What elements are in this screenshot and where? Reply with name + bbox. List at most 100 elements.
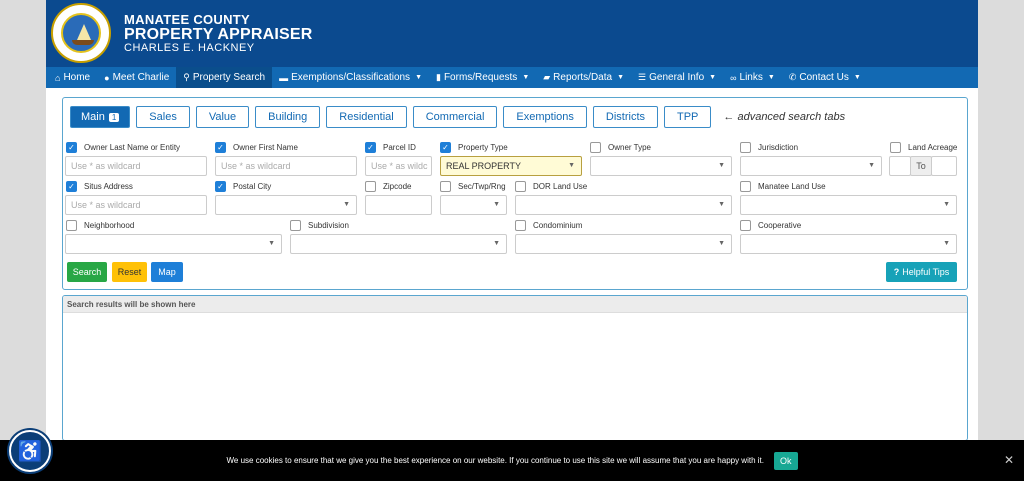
subdivision-label[interactable]: Subdivision — [290, 220, 349, 231]
dropdown-arrow-icon: ▼ — [868, 162, 875, 169]
tab-sales[interactable]: Sales — [136, 106, 190, 128]
land-acreage-to-label: To — [910, 156, 932, 176]
cooperative-label[interactable]: Cooperative — [740, 220, 801, 231]
nav-general-info[interactable]: ☰ General Info ▼ — [631, 67, 723, 88]
list-icon: ☰ — [638, 72, 647, 82]
check-icon[interactable]: ✓ — [215, 181, 226, 192]
checkbox[interactable] — [290, 220, 301, 231]
tab-commercial[interactable]: Commercial — [412, 106, 498, 128]
owner-type-label[interactable]: Owner Type — [590, 142, 651, 153]
caret-down-icon: ▼ — [415, 74, 422, 81]
zipcode-label[interactable]: Zipcode — [365, 181, 411, 192]
tab-residential[interactable]: Residential — [326, 106, 407, 128]
user-icon: ● — [104, 72, 110, 83]
county-seal-logo[interactable] — [51, 3, 111, 63]
manatee-land-use-select[interactable]: ▼ — [740, 195, 957, 215]
close-icon[interactable]: ✕ — [1004, 453, 1014, 467]
checkbox[interactable] — [590, 142, 601, 153]
caret-down-icon: ▼ — [522, 74, 530, 81]
nav-reports-data[interactable]: ▰ Reports/Data ▼ — [536, 67, 631, 88]
dor-land-use-select[interactable]: ▼ — [515, 195, 732, 215]
dropdown-arrow-icon: ▼ — [268, 240, 275, 247]
phone-icon: ✆ — [788, 72, 797, 82]
subdivision-select[interactable]: ▼ — [290, 234, 507, 254]
cookie-message: We use cookies to ensure that we give yo… — [226, 456, 764, 465]
zipcode-input[interactable] — [365, 195, 432, 215]
land-acreage-to-input[interactable] — [931, 156, 957, 176]
postal-city-select[interactable]: ▼ — [215, 195, 357, 215]
nav-home[interactable]: ⌂ Home — [48, 67, 97, 88]
search-icon: ⚲ — [183, 72, 190, 82]
caret-down-icon: ▼ — [767, 74, 775, 81]
checkbox[interactable] — [515, 220, 526, 231]
accessibility-icon[interactable]: ♿ — [9, 430, 51, 472]
nav-meet-charlie[interactable]: ● Meet Charlie — [97, 67, 176, 88]
main-nav: ⌂ Home ● Meet Charlie ⚲ Property Search ▬ Ex… — [46, 67, 978, 88]
tab-exemptions[interactable]: Exemptions — [503, 106, 587, 128]
ship-sail-icon — [77, 24, 91, 40]
sec-twp-rng-label[interactable]: Sec/Twp/Rng — [440, 181, 506, 192]
check-icon[interactable]: ✓ — [215, 142, 226, 153]
tab-tpp[interactable]: TPP — [664, 106, 712, 128]
owner-first-input[interactable]: Use * as wildcard — [215, 156, 357, 176]
nav-forms-requests[interactable]: ▮ Forms/Requests ▼ — [429, 67, 536, 88]
property-type-select[interactable]: REAL PROPERTY ▼ — [440, 156, 582, 176]
checkbox[interactable] — [740, 142, 751, 153]
card-icon: ▬ — [279, 72, 289, 83]
check-icon[interactable]: ✓ — [365, 142, 376, 153]
folder-icon: ▰ — [543, 72, 551, 82]
neighborhood-select[interactable]: ▼ — [65, 234, 282, 254]
ship-hull-icon — [72, 40, 94, 45]
owner-type-select[interactable]: ▼ — [590, 156, 732, 176]
seal-emblem — [61, 13, 101, 53]
tab-value[interactable]: Value — [195, 106, 250, 128]
question-icon: ? — [893, 267, 900, 277]
tab-districts[interactable]: Districts — [592, 106, 658, 128]
map-button[interactable]: Map — [151, 262, 183, 282]
property-type-label[interactable]: ✓ Property Type — [440, 142, 508, 153]
neighborhood-label[interactable]: Neighborhood — [66, 220, 134, 231]
situs-address-label[interactable]: ✓ Situs Address — [66, 181, 133, 192]
owner-last-label[interactable]: ✓ Owner Last Name or Entity — [66, 142, 180, 153]
postal-city-label[interactable]: ✓ Postal City — [215, 181, 271, 192]
helpful-tips-button[interactable]: ? Helpful Tips — [886, 262, 957, 282]
search-button[interactable]: Search — [67, 262, 107, 282]
cookie-ok-button[interactable]: Ok — [773, 451, 798, 470]
checkbox[interactable] — [890, 142, 901, 153]
checkbox[interactable] — [740, 181, 751, 192]
nav-contact-us[interactable]: ✆ Contact Us ▼ — [782, 67, 868, 88]
condominium-select[interactable]: ▼ — [515, 234, 732, 254]
tab-building[interactable]: Building — [255, 106, 321, 128]
nav-links[interactable]: ∞ Links ▼ — [723, 67, 782, 88]
tab-main[interactable]: Main 1 — [70, 106, 131, 128]
checkbox[interactable] — [365, 181, 376, 192]
cooperative-select[interactable]: ▼ — [740, 234, 957, 254]
manatee-land-use-label[interactable]: Manatee Land Use — [740, 181, 826, 192]
dropdown-arrow-icon: ▼ — [493, 201, 500, 208]
check-icon[interactable]: ✓ — [440, 142, 451, 153]
caret-down-icon: ▼ — [617, 74, 625, 81]
checkbox[interactable] — [515, 181, 526, 192]
sec-twp-rng-select[interactable]: ▼ — [440, 195, 507, 215]
land-acreage-from-input[interactable] — [889, 156, 911, 176]
owner-last-input[interactable]: Use * as wildcard — [65, 156, 207, 176]
check-icon[interactable]: ✓ — [66, 142, 77, 153]
condominium-label[interactable]: Condominium — [515, 220, 582, 231]
checkbox[interactable] — [740, 220, 751, 231]
owner-first-label[interactable]: ✓ Owner First Name — [215, 142, 298, 153]
parcel-id-label[interactable]: ✓ Parcel ID — [365, 142, 416, 153]
land-acreage-label[interactable]: Land Acreage — [890, 142, 957, 153]
situs-address-input[interactable]: Use * as wildcard — [65, 195, 207, 215]
check-icon[interactable]: ✓ — [66, 181, 77, 192]
dropdown-arrow-icon: ▼ — [943, 240, 950, 247]
jurisdiction-label[interactable]: Jurisdiction — [740, 142, 798, 153]
file-icon: ▮ — [436, 72, 441, 82]
dor-land-use-label[interactable]: DOR Land Use — [515, 181, 587, 192]
reset-button[interactable]: Reset — [112, 262, 147, 282]
checkbox[interactable] — [440, 181, 451, 192]
jurisdiction-select[interactable]: ▼ — [740, 156, 882, 176]
nav-property-search[interactable]: ⚲ Property Search — [176, 67, 273, 88]
checkbox[interactable] — [66, 220, 77, 231]
parcel-id-input[interactable]: Use * as wildc — [365, 156, 432, 176]
nav-exemptions[interactable]: ▬ Exemptions/Classifications ▼ — [272, 67, 429, 88]
